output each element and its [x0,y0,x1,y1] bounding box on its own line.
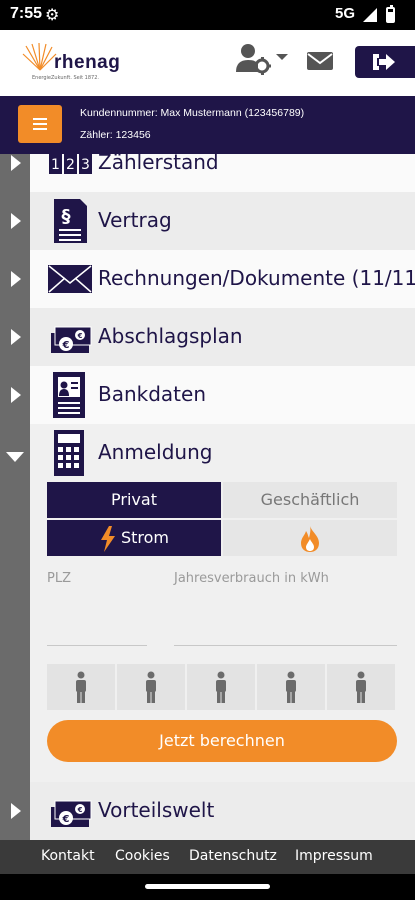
calculate-button[interactable]: Jetzt berechnen [47,720,397,762]
person-icon [286,671,296,703]
option-gas[interactable] [223,520,397,556]
mail-icon [307,52,333,70]
customer-info-bar: Kundennummer: Max Mustermann (123456789)… [0,96,415,154]
person-icon [146,671,156,703]
accordion-item-bankdaten[interactable]: Bankdaten [0,366,415,424]
accordion-item-zaehlerstand[interactable]: 1 2 3 Zählerstand [0,154,415,192]
logout-button[interactable] [355,46,415,78]
network-type: 5G [334,5,355,22]
svg-text:€: € [77,806,83,814]
accordion-item-anmeldung[interactable]: Anmeldung [30,424,415,482]
accordion-label: Anmeldung [98,440,213,464]
svg-text:€: € [62,340,70,351]
expand-arrow-icon [0,154,30,192]
logo-tagline: EnergieZukunft. Seit 1872. [32,75,99,81]
customer-type-toggle: Privat Geschäftlich [47,482,397,518]
consumption-input[interactable] [174,614,397,646]
energy-type-toggle: Strom [47,520,397,556]
euro-banknote-icon: € € [51,800,92,827]
option-strom[interactable]: Strom [47,520,221,556]
calculator-icon [54,430,84,476]
person-icon [356,671,366,703]
battery-icon [386,5,395,23]
svg-text:€: € [62,814,70,825]
hamburger-menu-button[interactable] [18,105,62,143]
person-icon [216,671,226,703]
status-bar: 7:55 ⚙ 5G [0,0,415,30]
rhenag-logo[interactable]: rhenag EnergieZukunft. Seit 1872. [20,42,130,82]
accordion-label: Rechnungen/Dokumente (11/11) [98,266,415,290]
system-nav-bar [0,874,415,900]
footer-link-datenschutz[interactable]: Datenschutz [189,848,277,864]
footer-link-kontakt[interactable]: Kontakt [41,848,95,864]
household-4-persons[interactable] [257,664,325,710]
strom-label: Strom [120,528,170,547]
accordion-label: Bankdaten [98,382,207,406]
expand-arrow-icon [0,782,30,840]
messages-button[interactable] [306,50,334,72]
accordion-label: Abschlagsplan [98,324,243,348]
footer: Kontakt Cookies Datenschutz Impressum [0,840,415,874]
id-card-icon [53,372,85,418]
person-icon [76,671,86,703]
collapse-arrow-icon[interactable] [0,424,30,782]
envelope-icon [48,265,92,293]
settings-notification-icon: ⚙ [45,5,60,24]
household-2-persons[interactable] [117,664,185,710]
account-settings-button[interactable] [234,42,290,78]
expand-arrow-icon [0,308,30,366]
household-3-persons[interactable] [187,664,255,710]
home-gesture-handle[interactable] [145,884,270,889]
expand-arrow-icon [0,366,30,424]
euro-banknote-icon: € € [51,326,92,353]
flame-icon [301,525,319,552]
accordion-item-abschlagsplan[interactable]: € € Abschlagsplan [0,308,415,366]
logo-name: rhenag [54,52,121,73]
accordion-label: Vorteilswelt [98,798,215,822]
customer-number: Kundennummer: Max Mustermann (123456789) [80,107,305,119]
meter-number: Zähler: 123456 [80,129,151,141]
accordion-item-vorteilswelt[interactable]: € € Vorteilswelt [0,782,415,840]
meter-digits-icon: 1 2 3 [49,154,92,174]
svg-text:2: 2 [66,157,75,173]
plz-input[interactable] [47,614,147,646]
accordion-item-rechnungen[interactable]: Rechnungen/Dokumente (11/11) [0,250,415,308]
household-size-selector [47,664,397,710]
household-5-persons[interactable] [327,664,395,710]
expand-arrow-icon [0,250,30,308]
expand-arrow-icon [0,192,30,250]
footer-link-impressum[interactable]: Impressum [295,848,373,864]
lightning-icon [100,525,115,552]
logout-icon [373,54,395,70]
accordion-item-vertrag[interactable]: § Vertrag [0,192,415,250]
contract-document-icon: § [54,199,87,243]
household-1-person[interactable] [47,664,115,710]
consumption-label: Jahresverbrauch in kWh [174,571,329,586]
user-gear-icon [236,44,288,75]
option-privat[interactable]: Privat [47,482,221,518]
app-header: rhenag EnergieZukunft. Seit 1872. [0,30,415,96]
svg-text:§: § [62,206,71,227]
accordion-label: Zählerstand [98,154,219,174]
footer-link-cookies[interactable]: Cookies [115,848,170,864]
svg-text:3: 3 [81,157,90,173]
accordion-label: Vertrag [98,208,172,232]
option-geschaeftlich[interactable]: Geschäftlich [223,482,397,518]
status-time: 7:55 [10,5,43,22]
main-content: 1 2 3 Zählerstand § Vertrag Rechnungen/D… [0,154,415,840]
plz-label: PLZ [47,571,71,586]
svg-text:1: 1 [51,157,60,173]
svg-text:€: € [77,332,83,340]
signal-icon [363,8,377,22]
